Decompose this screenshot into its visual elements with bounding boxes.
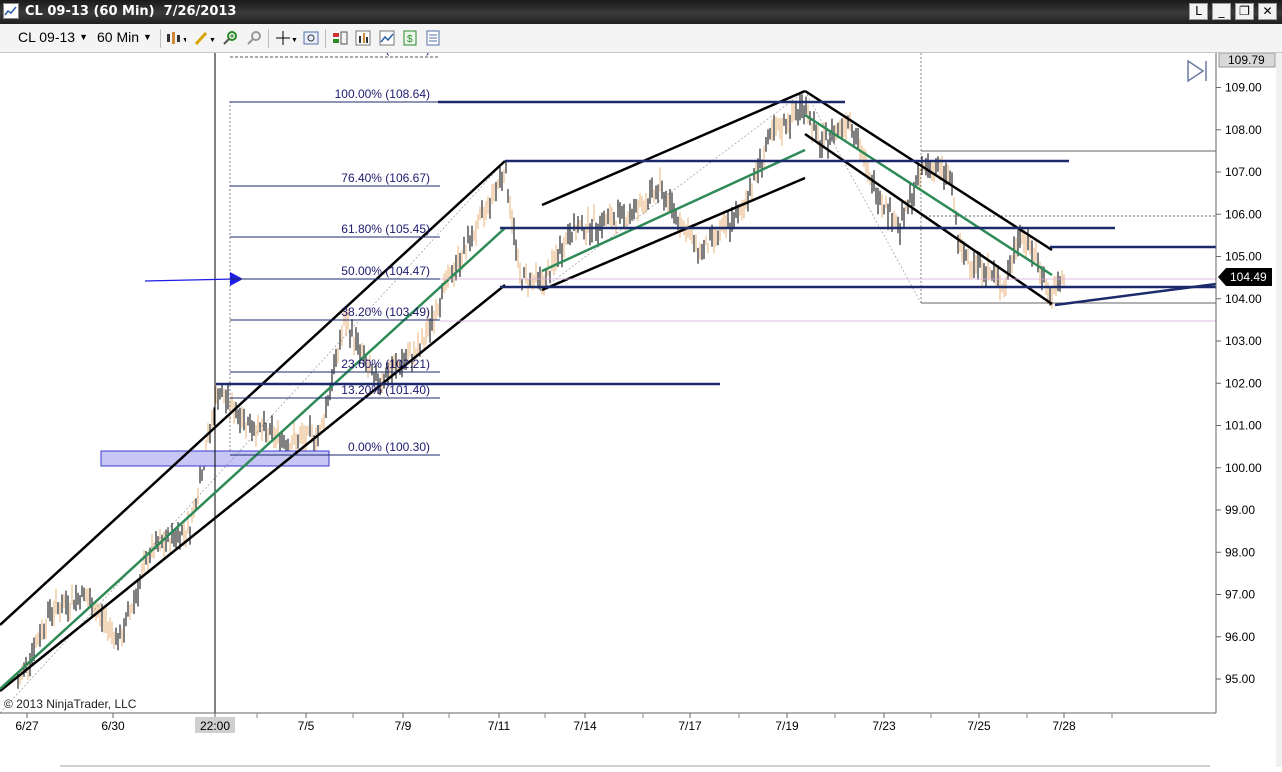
link-button[interactable]: L (1189, 3, 1208, 20)
price-tick-label: 98.00 (1225, 545, 1255, 559)
vertical-scrollbar[interactable] (1276, 53, 1282, 767)
fib-level-label: 76.40% (106.67) (341, 171, 430, 185)
fib-level-label: 0.00% (100.30) (348, 440, 430, 454)
fib-level-label: 38.20% (103.49) (341, 305, 430, 319)
instrument-selector[interactable]: CL 09-13 ▼ (18, 29, 88, 45)
regression-line (804, 113, 1053, 277)
date-tick-label: 7/17 (678, 719, 702, 733)
fib-level-label: 23.60% (102.21) (341, 357, 430, 371)
play-triangle-shape (1187, 59, 1205, 83)
price-tick-label: 96.00 (1225, 630, 1255, 644)
date-tick-label: 7/28 (1052, 719, 1076, 733)
date-axis[interactable]: 6/27 6/30 22:00 7/5 7/9 7/11 7/14 7/17 7/19 7/23 7… (0, 712, 1216, 733)
drawing-tool-icon[interactable]: ▼ (194, 30, 216, 46)
drawing-objects (0, 53, 1217, 714)
channel-upper-line (804, 89, 1053, 252)
regression-line (541, 148, 806, 273)
chevron-down-icon: ▼ (79, 32, 88, 42)
fib-level-label: 100.00% (108.64) (335, 87, 430, 101)
price-tick-label: 102.00 (1225, 376, 1262, 390)
zoom-in-icon[interactable] (222, 30, 238, 46)
price-top-marker: 109.79 (1228, 53, 1265, 67)
regression-line (0, 227, 506, 690)
dotted-trend-line (539, 90, 806, 292)
fibonacci-retracement[interactable]: 110.20% (109.49) 100.00% (108.64) 76.40% (… (230, 42, 440, 456)
fib-level-label: 50.00% (104.47) (341, 264, 430, 278)
price-tick-label: 99.00 (1225, 503, 1255, 517)
chart-app-icon[interactable] (3, 3, 19, 19)
price-tick-label: 95.00 (1225, 672, 1255, 686)
minimize-button[interactable]: _ (1212, 3, 1231, 20)
fib-level-label: 13.20% (101.40) (341, 383, 430, 397)
chart-toolbar: CL 09-13 ▼ 60 Min ▼ ▼ ▼ ▼ $ (0, 24, 1282, 53)
date-tick-label: 6/30 (101, 719, 125, 733)
date-tick-label: 7/19 (775, 719, 799, 733)
chart-canvas[interactable]: 110.20% (109.49) 100.00% (108.64) 76.40% (… (0, 42, 1282, 767)
scroll-to-end-icon[interactable] (1187, 59, 1207, 83)
title-bar: CL 09-13 (60 Min) 7/26/2013 L _ ❐ ✕ (0, 0, 1282, 24)
date-tick-label: 7/5 (298, 719, 315, 733)
price-axis[interactable]: 109.00 108.00 107.00 106.00 105.00 104.00 103.… (1187, 52, 1276, 713)
instrument-label: CL 09-13 (18, 29, 76, 45)
svg-text:▼: ▼ (291, 37, 298, 44)
interval-label: 60 Min (97, 29, 140, 45)
svg-text:▼: ▼ (209, 37, 216, 44)
close-button[interactable]: ✕ (1258, 3, 1277, 20)
last-price-label: 104.49 (1230, 270, 1267, 284)
price-tick-label: 103.00 (1225, 334, 1262, 348)
chart-trader-icon[interactable] (332, 30, 348, 46)
data-box-icon[interactable] (303, 30, 319, 46)
fib-level-label: 110.20% (109.49) (335, 53, 430, 56)
fib-level-label: 61.80% (105.45) (341, 222, 430, 236)
chevron-down-icon: ▼ (143, 32, 152, 42)
date-tick-label: 7/14 (573, 719, 597, 733)
toolbar-divider (268, 29, 269, 48)
crosshair-icon[interactable]: ▼ (276, 30, 298, 46)
svg-text:▼: ▼ (182, 37, 186, 44)
channel-lower-line (541, 176, 806, 292)
performance-icon[interactable]: $ (402, 30, 418, 46)
price-chart[interactable]: 110.20% (109.49) 100.00% (108.64) 76.40% (… (0, 42, 1282, 767)
window-title: CL 09-13 (60 Min) 7/26/2013 (25, 4, 237, 19)
price-tick-label: 109.00 (1225, 81, 1262, 95)
date-tick-label: 22:00 (200, 719, 230, 733)
properties-icon[interactable] (425, 30, 441, 46)
restore-button[interactable]: ❐ (1235, 3, 1254, 20)
price-tick-label: 107.00 (1225, 165, 1262, 179)
price-tick-label: 106.00 (1225, 207, 1262, 221)
date-tick-label: 7/23 (872, 719, 896, 733)
dotted-trend-line (804, 90, 922, 304)
price-tick-label: 97.00 (1225, 588, 1255, 602)
toolbar-divider (160, 29, 161, 48)
date-tick-label: 6/27 (15, 719, 39, 733)
marker-arrow-line (144, 278, 236, 282)
price-tick-label: 104.00 (1225, 292, 1262, 306)
date-tick-label: 7/9 (395, 719, 412, 733)
price-tick-label: 101.00 (1225, 419, 1262, 433)
indicators-icon[interactable] (355, 30, 371, 46)
copyright-text: © 2013 NinjaTrader, LLC (4, 697, 137, 711)
date-tick-label: 7/25 (967, 719, 991, 733)
interval-selector[interactable]: 60 Min ▼ (97, 29, 152, 45)
date-tick-label: 7/11 (488, 719, 511, 733)
price-tick-label: 100.00 (1225, 461, 1262, 475)
channel-lower-line (0, 284, 506, 692)
svg-text:$: $ (407, 34, 413, 45)
price-tick-label: 105.00 (1225, 250, 1262, 264)
zoom-out-icon[interactable] (246, 30, 262, 46)
price-tick-label: 108.00 (1225, 123, 1262, 137)
strategies-icon[interactable] (379, 30, 395, 46)
toolbar-divider (325, 29, 326, 48)
bar-type-icon[interactable]: ▼ (166, 30, 189, 46)
